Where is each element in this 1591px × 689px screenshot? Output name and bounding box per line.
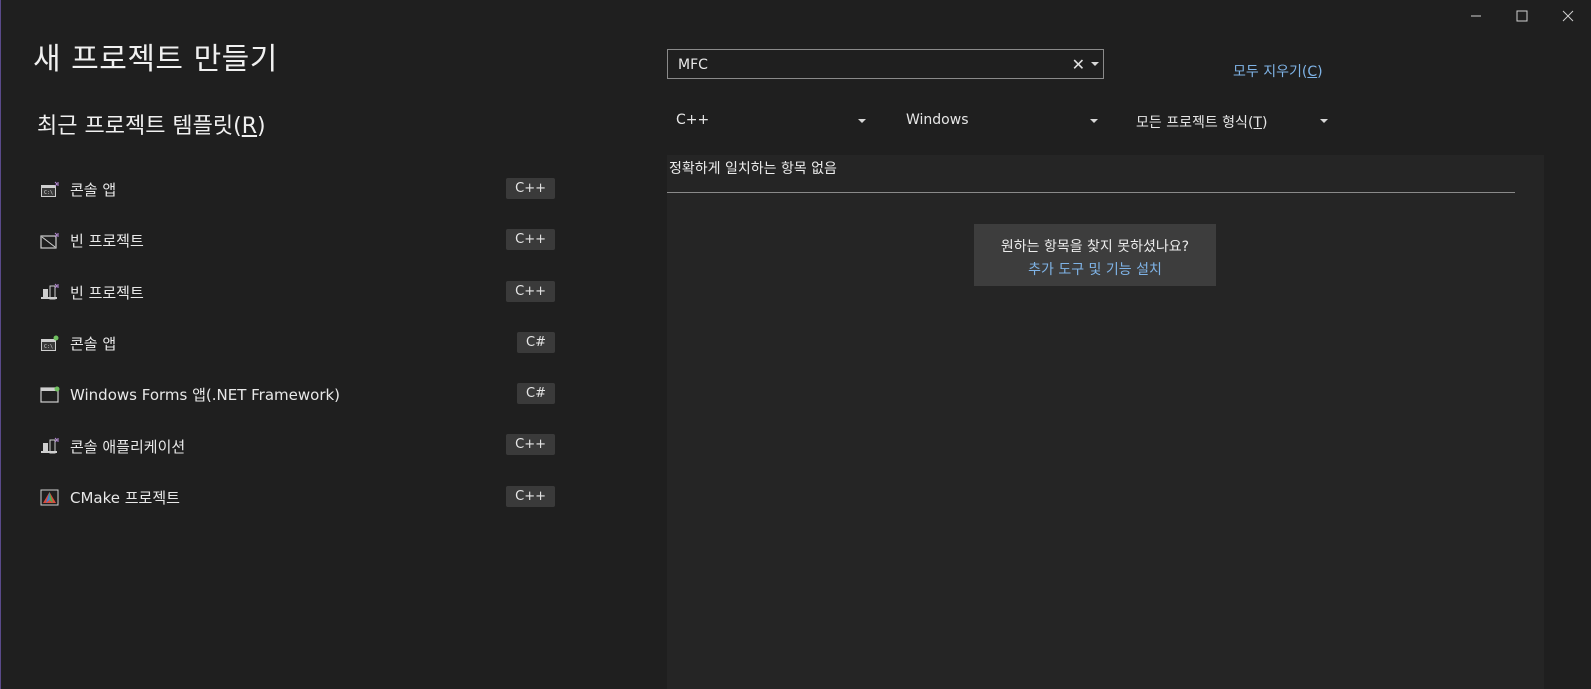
template-item[interactable]: 콘솔 애플리케이션 C++ <box>30 420 560 471</box>
recent-heading-accel-key: R <box>241 114 258 139</box>
search-history-dropdown-icon[interactable] <box>1091 62 1099 66</box>
recent-heading-accel-close: ) <box>257 114 266 139</box>
recent-template-list: C:\ 콘솔 앱 C++ 빈 프로젝트 C++ 빈 프로젝트 C++ C:\ 콘… <box>30 164 560 523</box>
cmake-icon <box>40 489 59 506</box>
results-divider <box>667 192 1515 193</box>
project-type-filter-dropdown[interactable]: 모든 프로젝트 형식(T) <box>1128 108 1334 134</box>
template-name: 콘솔 앱 <box>70 181 117 200</box>
language-filter-value: C++ <box>676 112 710 128</box>
maximize-button[interactable] <box>1499 0 1545 32</box>
install-more-tools-box: 원하는 항목을 찾지 못하셨나요? 추가 도구 및 기능 설치 <box>974 224 1216 286</box>
language-badge: C++ <box>506 178 555 199</box>
maximize-icon <box>1516 10 1528 22</box>
clear-all-accel-key: C <box>1307 64 1318 80</box>
language-badge: C++ <box>506 485 555 507</box>
chevron-down-icon <box>858 119 866 123</box>
project-type-accel-key: T <box>1253 115 1262 131</box>
template-name: CMake 프로젝트 <box>70 488 180 507</box>
template-item[interactable]: 빈 프로젝트 C++ <box>30 267 560 318</box>
template-name: Windows Forms 앱(.NET Framework) <box>70 386 341 405</box>
template-item[interactable]: 빈 프로젝트 C++ <box>30 215 560 266</box>
clear-all-accel-close: ) <box>1317 64 1323 80</box>
language-badge: C++ <box>506 229 555 251</box>
platform-filter-dropdown[interactable]: Windows <box>898 108 1104 134</box>
project-type-accel-close: ) <box>1261 115 1268 131</box>
language-badge: C++ <box>506 280 555 302</box>
windows-forms-icon <box>40 386 60 403</box>
template-item[interactable]: C:\ 콘솔 앱 C++ <box>30 164 560 215</box>
project-type-label: 모든 프로젝트 형식 <box>1136 115 1248 131</box>
template-name: 빈 프로젝트 <box>70 232 144 251</box>
template-item[interactable]: CMake 프로젝트 C++ <box>30 472 560 523</box>
language-badge: C++ <box>506 434 555 456</box>
search-results-panel: 정확하게 일치하는 항목 없음 원하는 항목을 찾지 못하셨나요? 추가 도구 … <box>667 155 1544 689</box>
chevron-down-icon <box>1090 119 1098 123</box>
template-name: 콘솔 앱 <box>70 335 117 354</box>
console-app-icon: C:\ <box>41 181 59 197</box>
template-search-box: ✕ <box>667 49 1104 79</box>
chevron-down-icon <box>1320 119 1328 123</box>
page-title: 새 프로젝트 만들기 <box>33 42 278 77</box>
clear-search-icon[interactable]: ✕ <box>1072 55 1085 74</box>
template-name: 빈 프로젝트 <box>70 283 144 302</box>
close-icon <box>1562 10 1574 22</box>
window-left-border <box>0 0 1 689</box>
not-found-question: 원하는 항목을 찾지 못하셨나요? <box>1000 239 1190 255</box>
template-item[interactable]: Windows Forms 앱(.NET Framework) C# <box>30 369 560 420</box>
desktop-project-icon <box>41 437 59 454</box>
install-tools-link[interactable]: 추가 도구 및 기능 설치 <box>974 259 1216 279</box>
project-type-filter-value: 모든 프로젝트 형식(T) <box>1136 112 1267 132</box>
minimize-button[interactable] <box>1453 0 1499 32</box>
no-match-message: 정확하게 일치하는 항목 없음 <box>669 161 837 177</box>
language-filter-dropdown[interactable]: C++ <box>668 108 872 134</box>
recent-heading-accel-open: ( <box>233 114 242 139</box>
close-button[interactable] <box>1545 0 1591 32</box>
recent-heading-text: 최근 프로젝트 템플릿 <box>37 114 234 139</box>
minimize-icon <box>1471 15 1481 17</box>
platform-filter-value: Windows <box>906 112 969 128</box>
recent-templates-heading: 최근 프로젝트 템플릿(R) <box>37 108 266 140</box>
empty-project-icon <box>40 232 59 249</box>
clear-all-link[interactable]: 모두 지우기(C) <box>1233 61 1323 81</box>
search-input[interactable] <box>676 54 1070 76</box>
clear-all-label: 모두 지우기 <box>1233 64 1302 80</box>
svg-text:C:\: C:\ <box>44 190 53 196</box>
template-item[interactable]: C:\ 콘솔 앱 C# <box>30 318 560 369</box>
language-badge: C# <box>517 331 555 353</box>
template-name: 콘솔 애플리케이션 <box>70 437 186 456</box>
svg-text:C:\: C:\ <box>44 344 53 350</box>
desktop-project-icon <box>41 283 59 300</box>
console-app-icon: C:\ <box>41 335 59 351</box>
language-badge: C# <box>517 383 555 405</box>
window-controls <box>1453 0 1591 34</box>
